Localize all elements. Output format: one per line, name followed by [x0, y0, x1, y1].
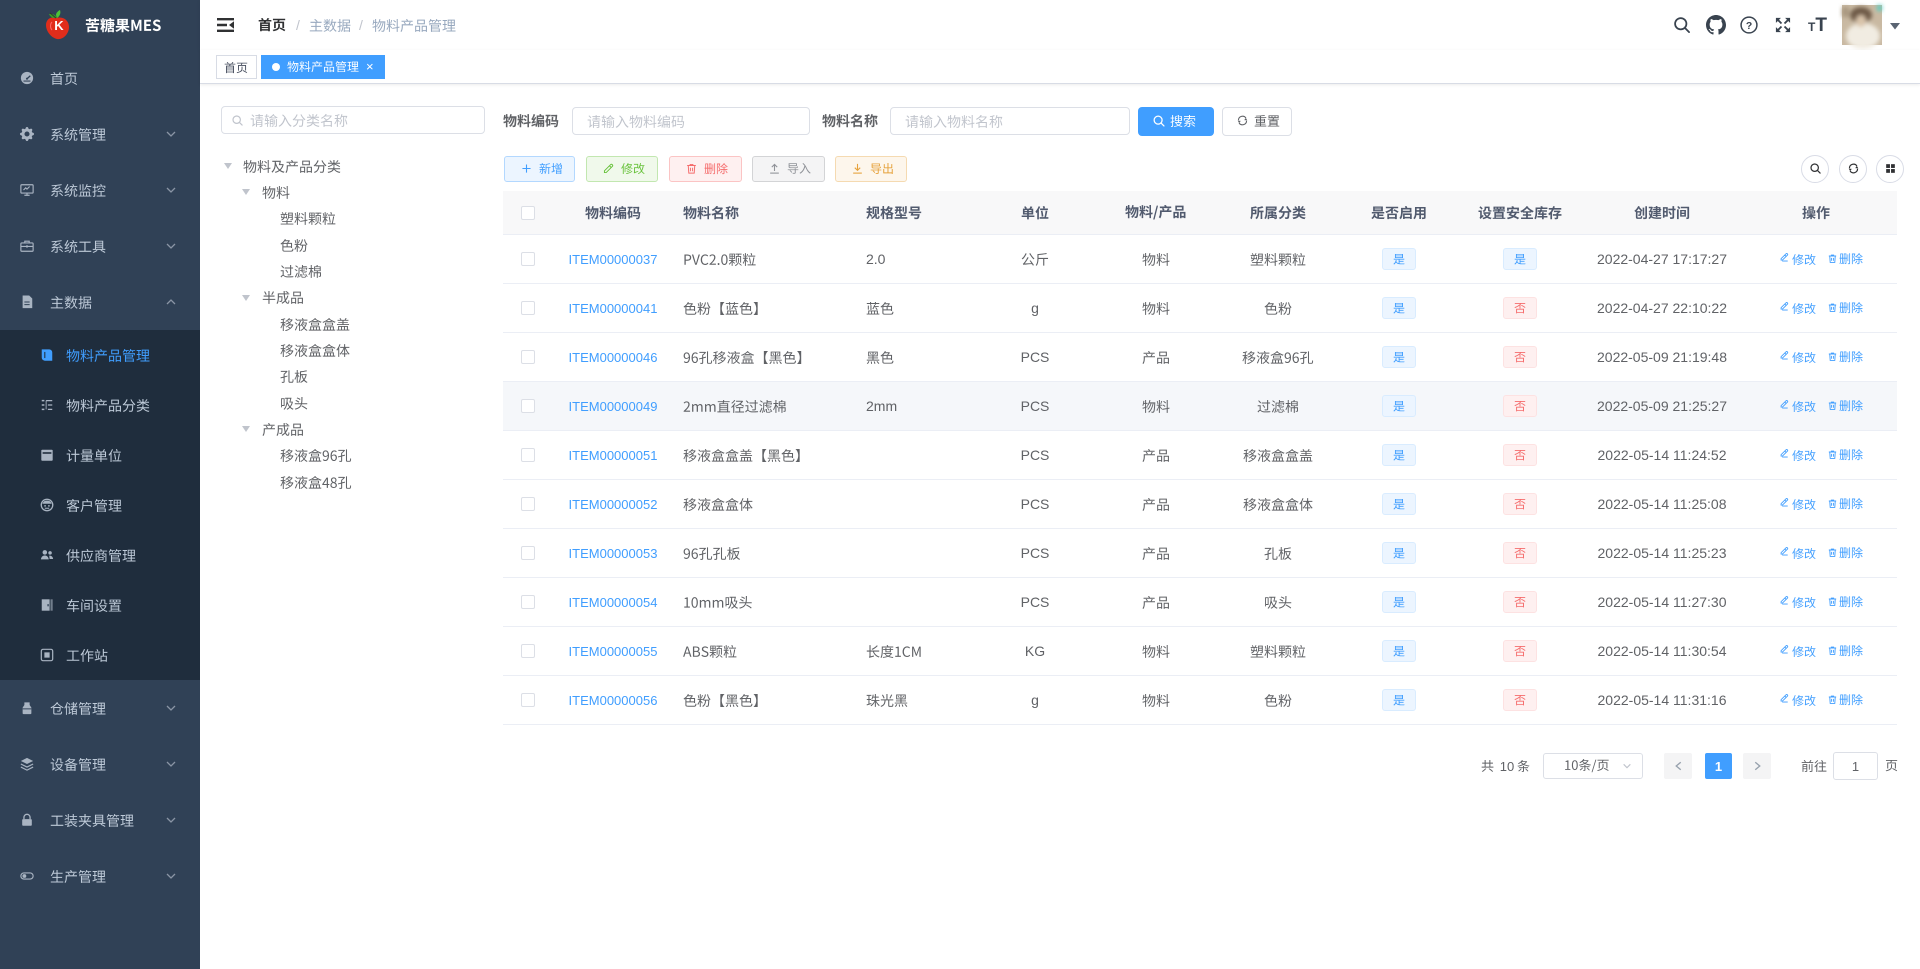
svg-text:K: K	[54, 18, 64, 33]
svg-text:?: ?	[1746, 21, 1752, 32]
